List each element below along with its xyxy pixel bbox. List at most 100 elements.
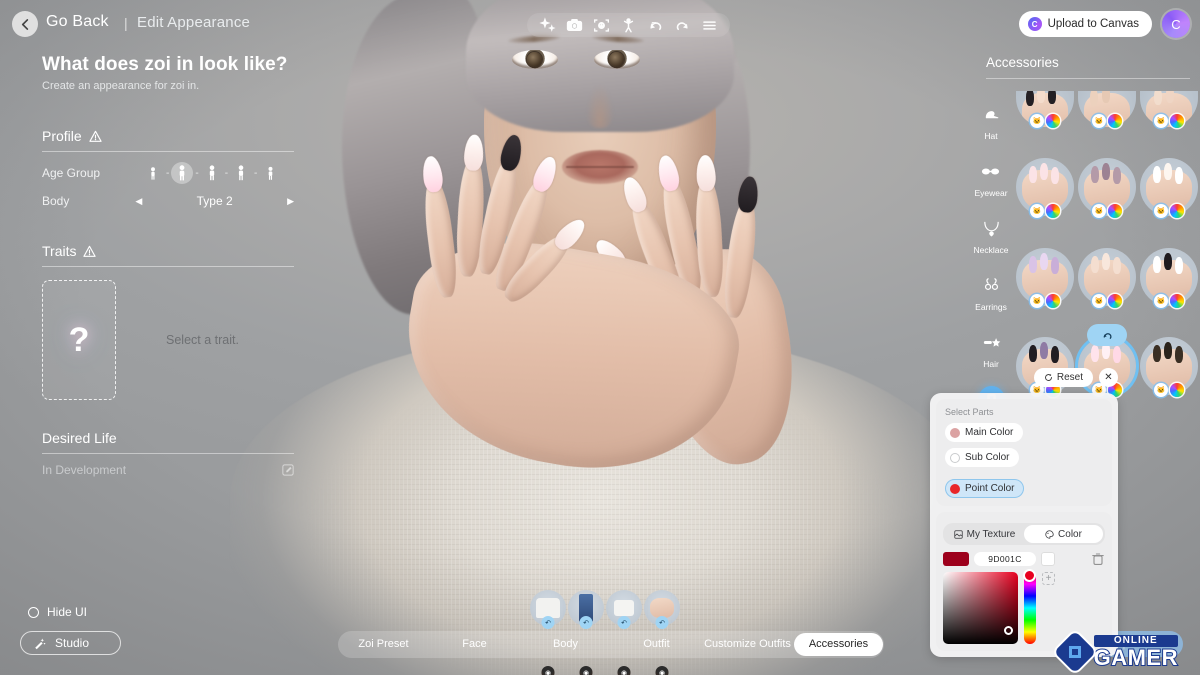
accessory-category-necklace[interactable]: Necklace xyxy=(974,215,1008,255)
accessory-item[interactable]: 🐱 xyxy=(1014,87,1076,128)
accessory-item[interactable]: 🐱 xyxy=(1138,336,1200,398)
accessory-item[interactable]: 🐱 xyxy=(1076,87,1138,128)
part-point-color[interactable]: Point Color xyxy=(945,479,1025,498)
accessory-item[interactable]: 🐱 xyxy=(1014,247,1076,308)
accessory-item[interactable]: 🐱 xyxy=(1014,157,1076,218)
accessory-item[interactable]: 🐱 xyxy=(1138,247,1200,308)
visibility-icon[interactable]: ◉ xyxy=(617,666,631,675)
camera-icon[interactable] xyxy=(566,17,583,34)
undo-icon[interactable] xyxy=(647,17,664,34)
pattern-badge-icon[interactable]: 🐱 xyxy=(1030,114,1044,128)
accessory-item[interactable]: 🐱 xyxy=(1014,336,1076,398)
current-color-swatch[interactable] xyxy=(943,552,969,566)
accessory-item[interactable]: 🐱 xyxy=(1076,247,1138,308)
face-scan-icon[interactable] xyxy=(593,17,610,34)
pattern-badge-icon[interactable]: 🐱 xyxy=(1154,383,1168,398)
hue-selector-knob[interactable] xyxy=(1023,569,1036,582)
age-option-1[interactable] xyxy=(171,162,194,184)
thumb-undo-badge[interactable] xyxy=(1087,324,1127,347)
part-main-color[interactable]: Main Color xyxy=(945,423,1024,442)
age-option-3[interactable] xyxy=(230,162,252,184)
part-sub-color[interactable]: Sub Color xyxy=(945,448,1020,467)
back-button[interactable] xyxy=(12,11,38,37)
hex-value-input[interactable]: 9D001C xyxy=(974,552,1036,566)
hue-slider[interactable] xyxy=(1023,569,1036,644)
my-texture-tab[interactable]: My Texture xyxy=(945,525,1024,543)
color-wheel-icon[interactable] xyxy=(1170,383,1184,398)
pose-icon[interactable] xyxy=(620,17,637,34)
earrings-icon xyxy=(978,272,1005,299)
traits-heading: Traits xyxy=(42,243,294,259)
visibility-icon[interactable]: ◉ xyxy=(655,666,669,675)
age-option-2[interactable] xyxy=(201,162,223,184)
user-avatar[interactable]: C xyxy=(1162,10,1190,38)
trait-slot-empty[interactable]: ? xyxy=(42,280,116,400)
close-picker-button[interactable]: ✕ xyxy=(1099,368,1118,387)
undo-icon[interactable]: ↶ xyxy=(655,616,669,629)
undo-icon[interactable]: ↶ xyxy=(617,616,631,629)
sv-selector-knob[interactable] xyxy=(1004,626,1013,635)
pattern-badge-icon[interactable]: 🐱 xyxy=(1154,114,1168,128)
accessory-category-eyewear[interactable]: Eyewear xyxy=(974,158,1008,198)
age-option-0[interactable] xyxy=(142,162,164,184)
accessory-item-selected[interactable]: 🐱 xyxy=(1076,324,1138,398)
pattern-badge-icon[interactable]: 🐱 xyxy=(1154,203,1168,218)
color-wheel-icon[interactable] xyxy=(1170,203,1184,218)
alpha-swatch[interactable] xyxy=(1041,552,1055,566)
tab-face[interactable]: Face xyxy=(430,633,519,656)
body-prev-button[interactable]: ◀ xyxy=(135,196,142,207)
menu-icon[interactable] xyxy=(701,17,718,34)
tab-customize-outfits[interactable]: Customize Outfits xyxy=(703,633,792,656)
color-wheel-icon[interactable] xyxy=(1108,114,1122,128)
sparkle-icon[interactable] xyxy=(539,16,556,34)
color-wheel-icon[interactable] xyxy=(1108,293,1122,308)
hide-ui-toggle[interactable]: Hide UI xyxy=(28,605,87,619)
color-wheel-icon[interactable] xyxy=(1108,203,1122,218)
add-swatch-button[interactable]: + xyxy=(1042,572,1055,585)
studio-button[interactable]: Studio xyxy=(20,631,121,655)
accessory-category-earrings[interactable]: Earrings xyxy=(975,272,1007,312)
color-tab[interactable]: Color xyxy=(1024,525,1103,543)
glasses-icon xyxy=(977,158,1004,185)
visibility-icon[interactable]: ◉ xyxy=(579,666,593,675)
pattern-badge-icon[interactable]: 🐱 xyxy=(1030,203,1044,218)
pattern-badge-icon[interactable]: 🐱 xyxy=(1092,293,1106,308)
color-wheel-icon[interactable] xyxy=(1170,114,1184,128)
reset-button[interactable]: Reset xyxy=(1033,368,1093,387)
outfit-slot-shoes[interactable]: ◉ ↶ xyxy=(606,590,642,675)
outfit-slot-strip: ◉ ↶ ◉ ↶ ◉ ↶ ◉ ↶ xyxy=(530,590,680,675)
outfit-slot-bottoms[interactable]: ◉ ↶ xyxy=(568,590,604,675)
accessory-category-hat[interactable]: Hat xyxy=(978,101,1005,141)
pattern-badge-icon[interactable]: 🐱 xyxy=(1030,293,1044,308)
visibility-icon[interactable]: ◉ xyxy=(541,666,555,675)
color-wheel-icon[interactable] xyxy=(1046,203,1060,218)
redo-icon[interactable] xyxy=(674,17,691,34)
saturation-value-field[interactable] xyxy=(943,572,1018,644)
pattern-badge-icon[interactable]: 🐱 xyxy=(1092,203,1106,218)
trash-icon[interactable] xyxy=(1091,552,1105,566)
undo-icon[interactable]: ↶ xyxy=(541,616,555,629)
tab-body[interactable]: Body xyxy=(521,633,610,656)
accessory-item[interactable]: 🐱 xyxy=(1138,157,1200,218)
upload-to-canvas-button[interactable]: C Upload to Canvas xyxy=(1018,11,1152,37)
tab-outfit[interactable]: Outfit xyxy=(612,633,701,656)
pattern-badge-icon[interactable]: 🐱 xyxy=(1092,114,1106,128)
thumb-badges: 🐱 xyxy=(1030,203,1060,218)
tab-zoi-preset[interactable]: Zoi Preset xyxy=(339,633,428,656)
canvas-logo-icon: C xyxy=(1027,17,1042,31)
body-next-button[interactable]: ▶ xyxy=(287,196,294,207)
accessory-item[interactable]: 🐱 xyxy=(1076,157,1138,218)
age-option-4[interactable] xyxy=(259,162,281,184)
outfit-slot-top[interactable]: ◉ ↶ xyxy=(530,590,566,675)
undo-icon[interactable]: ↶ xyxy=(579,616,593,629)
accessory-item[interactable]: 🐱 xyxy=(1138,87,1200,128)
go-back-label[interactable]: Go Back xyxy=(46,13,109,31)
color-wheel-icon[interactable] xyxy=(1046,114,1060,128)
accessory-category-hair[interactable]: Hair xyxy=(978,329,1005,369)
tab-accessories[interactable]: Accessories xyxy=(794,633,883,656)
outfit-slot-nails[interactable]: ◉ ↶ xyxy=(644,590,680,675)
color-wheel-icon[interactable] xyxy=(1170,293,1184,308)
color-wheel-icon[interactable] xyxy=(1046,293,1060,308)
pattern-badge-icon[interactable]: 🐱 xyxy=(1154,293,1168,308)
edit-icon[interactable] xyxy=(282,464,294,476)
